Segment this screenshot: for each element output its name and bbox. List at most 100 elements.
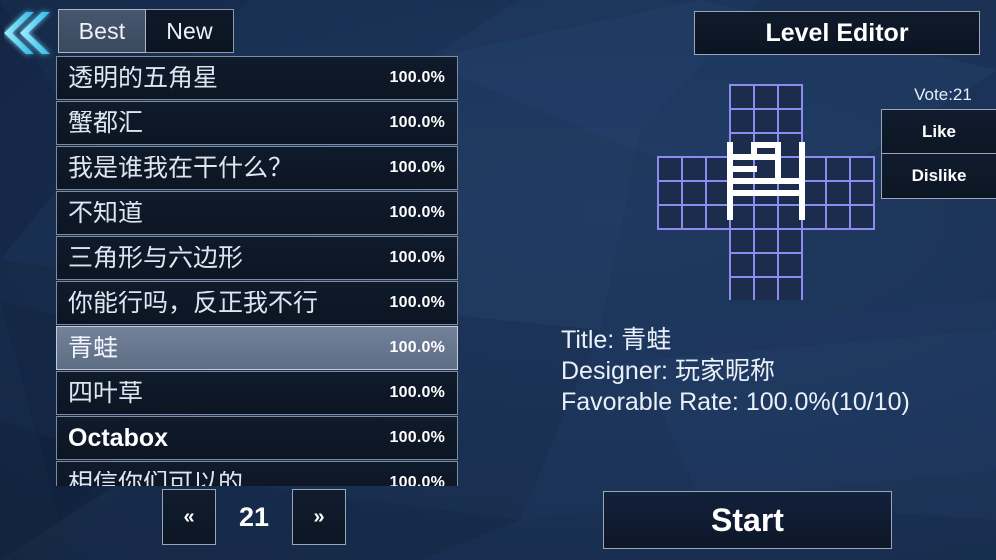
vote-count: Vote:21 (914, 85, 972, 104)
level-row[interactable]: 相信你们可以的 100.0% (56, 461, 458, 486)
puzzle-cell (849, 156, 875, 182)
level-row-rate: 100.0% (389, 69, 445, 86)
dislike-button[interactable]: Dislike (881, 154, 996, 199)
prev-page-button[interactable]: « (162, 489, 216, 545)
puzzle-cell (753, 204, 779, 230)
puzzle-cell (777, 84, 803, 110)
puzzle-cell (849, 204, 875, 230)
puzzle-grid (657, 84, 875, 302)
level-info: Title: 青蛙 Designer: 玩家昵称 Favorable Rate:… (561, 325, 910, 418)
level-row-name: Octabox (68, 425, 169, 451)
level-row[interactable]: 青蛙 100.0% (56, 326, 458, 370)
level-row[interactable]: 我是谁我在干什么？ 100.0% (56, 146, 458, 190)
puzzle-cell (825, 156, 851, 182)
tab-best[interactable]: Best (58, 9, 146, 53)
puzzle-cell (777, 156, 803, 182)
like-label: Like (921, 121, 957, 141)
puzzle-cell (705, 156, 731, 182)
puzzle-cell (753, 252, 779, 278)
pagination: « 21 » (162, 489, 346, 545)
filter-tabs: Best New (58, 9, 234, 53)
level-row-rate: 100.0% (389, 159, 445, 176)
level-preview (655, 80, 885, 302)
puzzle-cell (729, 204, 755, 230)
level-row-rate: 100.0% (389, 339, 445, 356)
puzzle-cell (777, 132, 803, 158)
puzzle-cell (753, 228, 779, 254)
puzzle-cell (801, 180, 827, 206)
start-label: Start (711, 501, 784, 538)
vote-buttons: Like Dislike (881, 109, 996, 199)
puzzle-cell (681, 156, 707, 182)
level-row-rate: 100.0% (389, 384, 445, 401)
puzzle-cell (825, 180, 851, 206)
puzzle-cell (681, 204, 707, 230)
tab-new-label: New (166, 17, 213, 44)
level-list[interactable]: 透明的五角星 100.0% 蟹都汇 100.0% 我是谁我在干什么？ 100.0% 不知道 1… (56, 56, 458, 486)
puzzle-cell (753, 276, 779, 302)
page-number: 21 (238, 501, 270, 532)
puzzle-cell (777, 228, 803, 254)
tab-best-label: Best (78, 17, 126, 44)
puzzle-cell (657, 204, 683, 230)
puzzle-cell (753, 156, 779, 182)
puzzle-cell (657, 156, 683, 182)
level-row-rate: 100.0% (389, 474, 445, 486)
level-row-name: 蟹都汇 (68, 110, 144, 136)
level-row-rate: 100.0% (389, 114, 445, 131)
puzzle-cell (681, 180, 707, 206)
level-row-name: 相信你们可以的 (68, 470, 244, 487)
level-row[interactable]: 四叶草 100.0% (56, 371, 458, 415)
level-row[interactable]: 蟹都汇 100.0% (56, 101, 458, 145)
dislike-label: Dislike (911, 166, 967, 185)
puzzle-cell (777, 204, 803, 230)
puzzle-cell (777, 276, 803, 302)
level-title-line: Title: 青蛙 (561, 326, 672, 354)
puzzle-cell (729, 252, 755, 278)
puzzle-cell (753, 84, 779, 110)
puzzle-cell (705, 204, 731, 230)
app-screen: Best New 透明的五角星 100.0% 蟹都汇 100.0% 我是谁我在干什么？ 1… (0, 0, 996, 560)
level-row-rate: 100.0% (389, 249, 445, 266)
level-row-name: 透明的五角星 (68, 65, 219, 91)
level-designer-line: Designer: 玩家昵称 (561, 357, 775, 385)
puzzle-cell (849, 180, 875, 206)
level-row[interactable]: 透明的五角星 100.0% (56, 56, 458, 100)
level-editor-label: Level Editor (765, 18, 909, 47)
level-row-rate: 100.0% (389, 204, 445, 221)
back-button[interactable] (4, 6, 56, 60)
like-button[interactable]: Like (881, 109, 996, 154)
level-row[interactable]: Octabox 100.0% (56, 416, 458, 460)
chevron-left-icon (4, 12, 50, 54)
puzzle-cell (801, 204, 827, 230)
next-page-button[interactable]: » (292, 489, 346, 545)
puzzle-cell (705, 180, 731, 206)
next-page-label: » (313, 505, 325, 528)
level-row-name: 青蛙 (68, 335, 119, 361)
level-row[interactable]: 三角形与六边形 100.0% (56, 236, 458, 280)
puzzle-cell (729, 132, 755, 158)
level-row-rate: 100.0% (389, 294, 445, 311)
level-row[interactable]: 你能行吗，反正我不行 100.0% (56, 281, 458, 325)
level-editor-button[interactable]: Level Editor (694, 11, 980, 55)
puzzle-cell (825, 204, 851, 230)
puzzle-cell (753, 108, 779, 134)
level-row-name: 四叶草 (68, 380, 144, 406)
level-row-name: 你能行吗，反正我不行 (68, 290, 319, 316)
puzzle-cell (729, 276, 755, 302)
level-rate-line: Favorable Rate: 100.0%(10/10) (561, 388, 910, 416)
level-row-name: 三角形与六边形 (68, 245, 244, 271)
prev-page-label: « (183, 505, 195, 528)
level-row[interactable]: 不知道 100.0% (56, 191, 458, 235)
puzzle-cell (657, 180, 683, 206)
puzzle-cell (777, 252, 803, 278)
tab-new[interactable]: New (146, 9, 234, 53)
puzzle-cell (801, 156, 827, 182)
puzzle-cell (729, 108, 755, 134)
puzzle-cell (777, 108, 803, 134)
start-button[interactable]: Start (603, 491, 892, 549)
level-row-name: 不知道 (68, 200, 144, 226)
level-row-rate: 100.0% (389, 429, 445, 446)
level-row-name: 我是谁我在干什么？ (68, 155, 294, 181)
puzzle-cell (729, 228, 755, 254)
